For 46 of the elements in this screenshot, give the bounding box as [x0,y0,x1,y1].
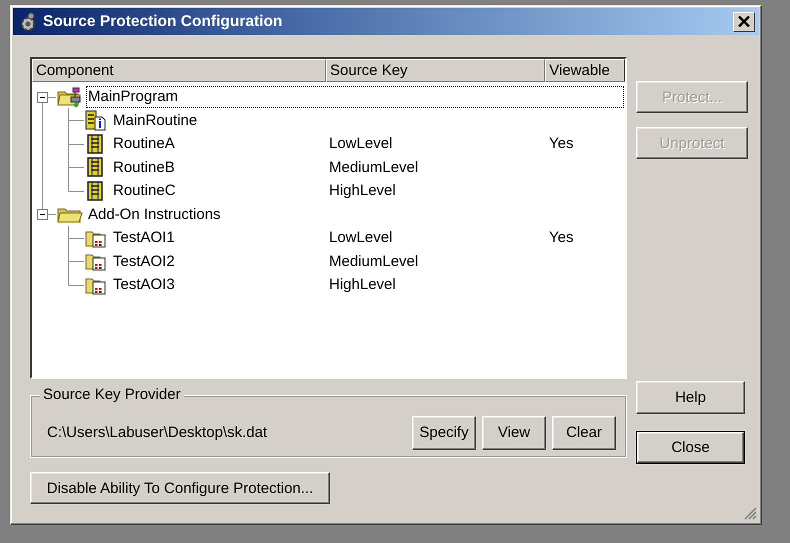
close-icon [738,16,750,27]
source-key: MediumLevel [329,158,549,176]
close-button[interactable] [733,12,755,32]
collapse-icon[interactable] [37,209,48,220]
tree-row[interactable]: TestAOI3 HighLevel [111,274,624,296]
component-name: MainProgram [87,88,180,106]
source-key: HighLevel [329,276,549,294]
tree-row[interactable]: RoutineC HighLevel [111,180,624,202]
gear-icon [19,12,37,32]
component-name: RoutineB [112,158,176,176]
source-key: HighLevel [329,182,549,200]
tree-lines [68,226,84,250]
column-header[interactable]: Viewable [545,59,625,82]
provider-button[interactable]: Specify [412,416,476,450]
tree-row[interactable]: MainRoutine [111,109,624,132]
component-name: TestAOI1 [112,229,176,246]
column-header[interactable]: Component [32,59,326,82]
tree-row[interactable]: MainProgram [86,86,624,108]
disable-button[interactable]: Disable Ability To Configure Protection... [30,472,330,504]
key-file-path: C:\Users\Labuser\Desktop\sk.dat [47,424,268,441]
component-name: TestAOI3 [112,276,176,294]
window-title: Source Protection Configuration [43,12,284,30]
component-name: RoutineC [112,182,177,200]
tree-row[interactable]: RoutineB MediumLevel [111,156,624,178]
component-name: Add-On Instructions [87,206,222,223]
source-key: LowLevel [329,135,549,152]
viewable-value: Yes [549,229,574,246]
dialog-button[interactable]: Close [636,431,745,464]
viewable-value: Yes [549,135,574,152]
provider-button[interactable]: View [482,416,546,450]
tree-row[interactable]: Add-On Instructions [86,203,624,226]
component-name: MainRoutine [112,112,198,129]
provider-button[interactable]: Clear [552,416,616,450]
component-name: TestAOI2 [112,252,176,270]
source-key: LowLevel [329,229,549,246]
tree-row[interactable]: TestAOI1 LowLevel Yes [111,226,624,249]
component-name: RoutineA [112,135,176,152]
resize-grip-icon[interactable] [743,506,757,520]
tree-row[interactable]: TestAOI2 MediumLevel [111,250,624,272]
source-key: MediumLevel [329,252,549,270]
tree-row[interactable]: RoutineA LowLevel Yes [111,132,624,155]
ladder-document-icon [84,109,108,132]
column-header[interactable]: Source Key [326,59,546,82]
group-title: Source Key Provider [40,386,184,403]
collapse-icon[interactable] [37,92,48,103]
dialog-button[interactable]: Help [636,381,745,414]
